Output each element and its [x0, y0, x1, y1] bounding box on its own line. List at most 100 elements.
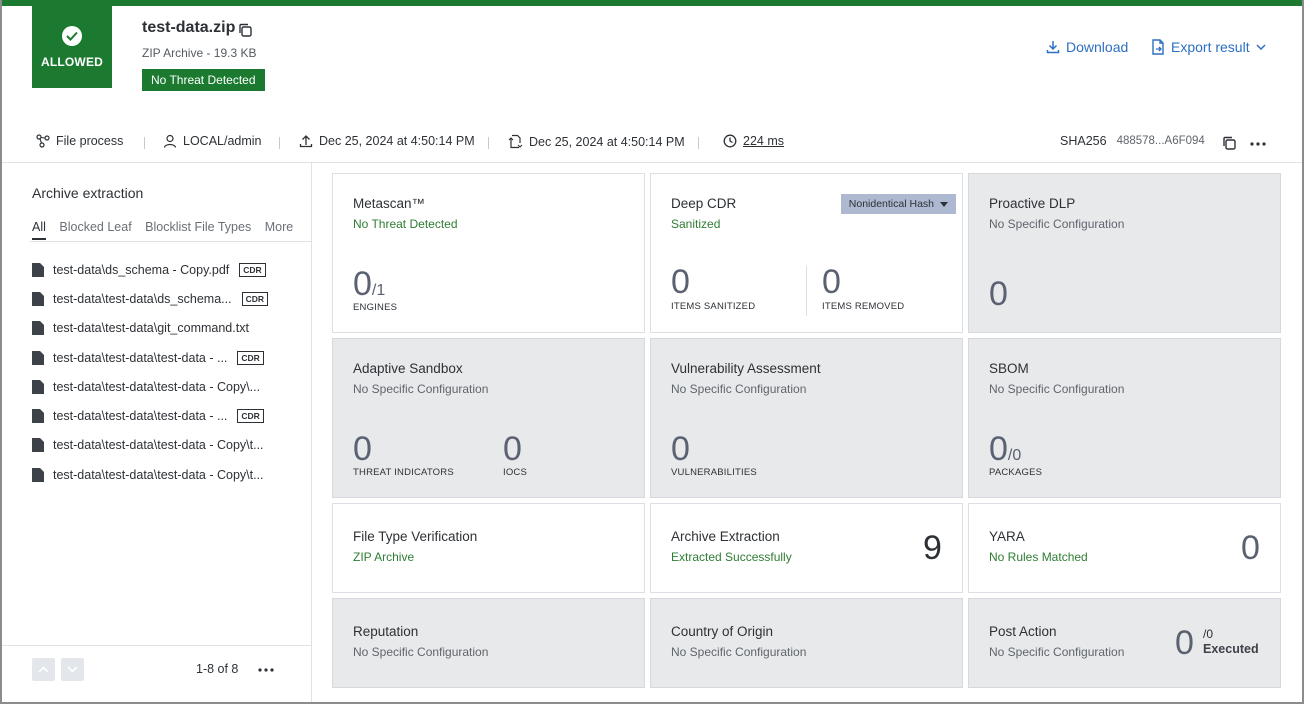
- filter-tabs: All Blocked Leaf Blocklist File Types Mo…: [32, 220, 303, 240]
- sbom-value: 0: [989, 430, 1008, 468]
- list-item[interactable]: test-data\test-data\ds_schema... CDR: [32, 284, 302, 313]
- tab-blocked-leaf[interactable]: Blocked Leaf: [59, 220, 131, 234]
- packages-caption: PACKAGES: [989, 467, 1043, 478]
- list-item[interactable]: test-data\test-data\test-data - Copy\t..…: [32, 460, 302, 489]
- card-status: Extracted Successfully: [671, 550, 792, 564]
- document-icon: [32, 321, 44, 336]
- file-path: test-data\test-data\git_command.txt: [53, 321, 249, 336]
- sbom-card[interactable]: SBOM No Specific Configuration 0/0 PACKA…: [968, 338, 1281, 498]
- archive-extraction-card[interactable]: Archive Extraction Extracted Successfull…: [650, 503, 963, 593]
- copy-icon[interactable]: [238, 23, 252, 37]
- clock-icon: [723, 134, 737, 148]
- packages-total: /0: [1007, 447, 1022, 464]
- card-status: ZIP Archive: [353, 550, 415, 564]
- hash-label: SHA256: [1060, 134, 1107, 148]
- document-icon: [32, 438, 44, 453]
- verdict-tag: No Threat Detected: [142, 69, 265, 91]
- document-icon: [32, 262, 44, 277]
- tab-all[interactable]: All: [32, 220, 46, 240]
- reputation-card[interactable]: Reputation No Specific Configuration: [332, 598, 645, 688]
- list-item[interactable]: test-data\test-data\test-data - Copy\t..…: [32, 431, 302, 460]
- card-title: YARA: [989, 529, 1025, 544]
- sidebar-footer-divider: [2, 645, 312, 646]
- cdr-badge: CDR: [237, 409, 264, 424]
- iocs-count: 0: [503, 430, 522, 468]
- meta-bar: File process LOCAL/admin Dec 25, 2024 at…: [0, 128, 1304, 158]
- download-button[interactable]: Download: [1046, 39, 1128, 55]
- user-icon: [163, 134, 177, 148]
- post-action-count: 0: [1175, 624, 1194, 662]
- more-options-icon[interactable]: [1250, 141, 1266, 147]
- document-icon: [32, 291, 44, 306]
- card-status: No Specific Configuration: [353, 645, 489, 659]
- adaptive-sandbox-card[interactable]: Adaptive Sandbox No Specific Configurati…: [332, 338, 645, 498]
- caret-down-icon: [940, 201, 948, 207]
- vulnerability-assessment-card[interactable]: Vulnerability Assessment No Specific Con…: [650, 338, 963, 498]
- more-options-icon[interactable]: [258, 667, 274, 673]
- list-item[interactable]: test-data\ds_schema - Copy.pdf CDR: [32, 255, 302, 284]
- card-title: Reputation: [353, 624, 419, 639]
- tab-blocklist-file-types[interactable]: Blocklist File Types: [145, 220, 251, 234]
- post-action-card[interactable]: Post Action No Specific Configuration 0 …: [968, 598, 1281, 688]
- export-file-icon: [1152, 39, 1164, 55]
- cdr-badge: CDR: [239, 262, 266, 277]
- divider: [698, 137, 699, 149]
- items-sanitized-count: 0: [671, 263, 690, 301]
- file-sync-icon: [508, 134, 523, 149]
- iocs-caption: IOCS: [503, 467, 528, 478]
- file-info: ZIP Archive - 19.3 KB: [142, 46, 257, 60]
- items-sanitized-caption: ITEMS SANITIZED: [671, 301, 756, 312]
- deep-cdr-card[interactable]: Deep CDR Sanitized Nonidentical Hash 0 I…: [650, 173, 963, 333]
- post-action-total: /0: [1203, 627, 1214, 641]
- metascan-card[interactable]: Metascan™ No Threat Detected 0/1 ENGINES: [332, 173, 645, 333]
- page-up-button[interactable]: [32, 658, 55, 681]
- threat-indicators-caption: THREAT INDICATORS: [353, 467, 454, 478]
- yara-card[interactable]: YARA No Rules Matched 0: [968, 503, 1281, 593]
- archive-extraction-sidebar: Archive extraction All Blocked Leaf Bloc…: [2, 163, 312, 702]
- tab-more[interactable]: More: [265, 220, 293, 234]
- hash-mode-dropdown[interactable]: Nonidentical Hash: [840, 194, 956, 214]
- file-path: test-data\test-data\test-data - Copy\t..…: [53, 467, 264, 482]
- copy-icon: [1223, 136, 1236, 150]
- file-path: test-data\test-data\test-data - Copy\...: [53, 379, 261, 394]
- check-circle-icon: [62, 26, 82, 46]
- card-title: Vulnerability Assessment: [671, 361, 821, 376]
- card-status: No Specific Configuration: [353, 382, 489, 396]
- vulnerabilities-count: 0: [671, 430, 690, 468]
- yara-count: 0: [1241, 529, 1260, 567]
- chevron-down-icon: [1256, 44, 1266, 50]
- divider: [806, 266, 807, 316]
- card-title: SBOM: [989, 361, 1029, 376]
- user-item: LOCAL/admin: [163, 134, 262, 148]
- country-of-origin-card[interactable]: Country of Origin No Specific Configurat…: [650, 598, 963, 688]
- file-process-item[interactable]: File process: [36, 134, 123, 148]
- card-status: No Specific Configuration: [989, 382, 1125, 396]
- card-title: Deep CDR: [671, 196, 737, 211]
- page-down-button[interactable]: [61, 658, 84, 681]
- vulnerabilities-caption: VULNERABILITIES: [671, 467, 757, 478]
- file-path: test-data\test-data\test-data - Copy\t..…: [53, 438, 264, 453]
- file-path: test-data\ds_schema - Copy.pdf: [53, 262, 230, 277]
- export-result-button[interactable]: Export result: [1151, 39, 1266, 55]
- hash-item: SHA256 488578...A6F094: [1060, 134, 1205, 148]
- list-item[interactable]: test-data\test-data\test-data - Copy\...: [32, 372, 302, 401]
- card-status: No Specific Configuration: [989, 217, 1125, 231]
- items-removed-caption: ITEMS REMOVED: [822, 301, 905, 312]
- upload-time-item: Dec 25, 2024 at 4:50:14 PM: [299, 134, 475, 148]
- engines-caption: ENGINES: [353, 302, 398, 313]
- card-title: Post Action: [989, 624, 1057, 639]
- processed-time-item: Dec 25, 2024 at 4:50:14 PM: [508, 134, 685, 149]
- file-type-verification-card[interactable]: File Type Verification ZIP Archive: [332, 503, 645, 593]
- cdr-badge: CDR: [241, 291, 268, 306]
- user-label: LOCAL/admin: [183, 134, 262, 148]
- file-list: test-data\ds_schema - Copy.pdf CDR test-…: [32, 255, 302, 489]
- divider: [144, 137, 145, 149]
- processed-time: Dec 25, 2024 at 4:50:14 PM: [529, 134, 685, 149]
- list-item[interactable]: test-data\test-data\test-data - ... CDR: [32, 343, 302, 372]
- card-title: Adaptive Sandbox: [353, 361, 463, 376]
- duration-value: 224 ms: [743, 134, 784, 148]
- list-item[interactable]: test-data\test-data\git_command.txt: [32, 314, 302, 343]
- proactive-dlp-card[interactable]: Proactive DLP No Specific Configuration …: [968, 173, 1281, 333]
- list-item[interactable]: test-data\test-data\test-data - ... CDR: [32, 401, 302, 430]
- copy-hash-button[interactable]: [1222, 136, 1236, 150]
